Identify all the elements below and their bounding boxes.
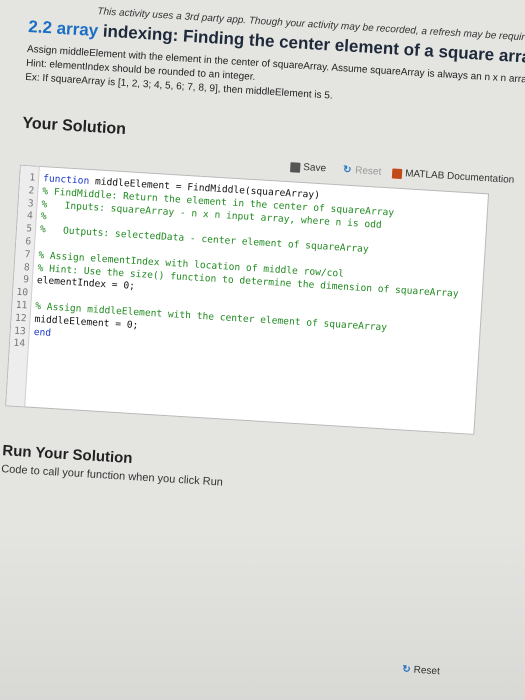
matlab-logo-icon <box>391 167 403 179</box>
line-number: 3 <box>27 197 34 210</box>
reset-icon: ↻ <box>342 163 352 176</box>
reset-button[interactable]: ↻ Reset <box>342 163 382 178</box>
line-number: 5 <box>25 223 33 235</box>
save-button[interactable]: Save <box>290 161 326 174</box>
reset-label: Reset <box>354 165 382 178</box>
line-number: 10 <box>16 286 29 299</box>
line-number: 6 <box>25 236 32 248</box>
line-number: 1 <box>29 172 36 184</box>
documentation-label: MATLAB Documentation <box>404 168 515 186</box>
line-number: 12 <box>14 312 27 325</box>
keyword-function: function <box>42 173 90 187</box>
code-area[interactable]: function middleElement = FindMiddle(squa… <box>25 167 488 434</box>
code-editor[interactable]: 1 2 3 4 5 6 7 8 9 10 11 12 13 14 functio… <box>5 164 490 435</box>
line-number: 8 <box>23 261 31 274</box>
run-reset-button[interactable]: ↻ Reset <box>402 664 440 677</box>
line-number: 14 <box>13 337 26 350</box>
screenshot-stage: This activity uses a 3rd party app. Thou… <box>0 0 525 700</box>
line-number: 11 <box>15 299 28 312</box>
reset-icon: ↻ <box>401 663 412 676</box>
activity-page: This activity uses a 3rd party app. Thou… <box>0 0 525 700</box>
matlab-documentation-link[interactable]: MATLAB Documentation <box>391 167 515 186</box>
line-number: 2 <box>28 185 35 197</box>
line-number: 7 <box>24 248 31 261</box>
save-label: Save <box>302 162 327 175</box>
run-reset-label: Reset <box>413 664 441 678</box>
line-number: 4 <box>26 210 34 222</box>
line-number: 13 <box>13 325 27 337</box>
save-icon <box>290 161 301 173</box>
page-title-lead: 2.2 array <box>27 16 99 41</box>
line-number: 9 <box>22 274 30 286</box>
